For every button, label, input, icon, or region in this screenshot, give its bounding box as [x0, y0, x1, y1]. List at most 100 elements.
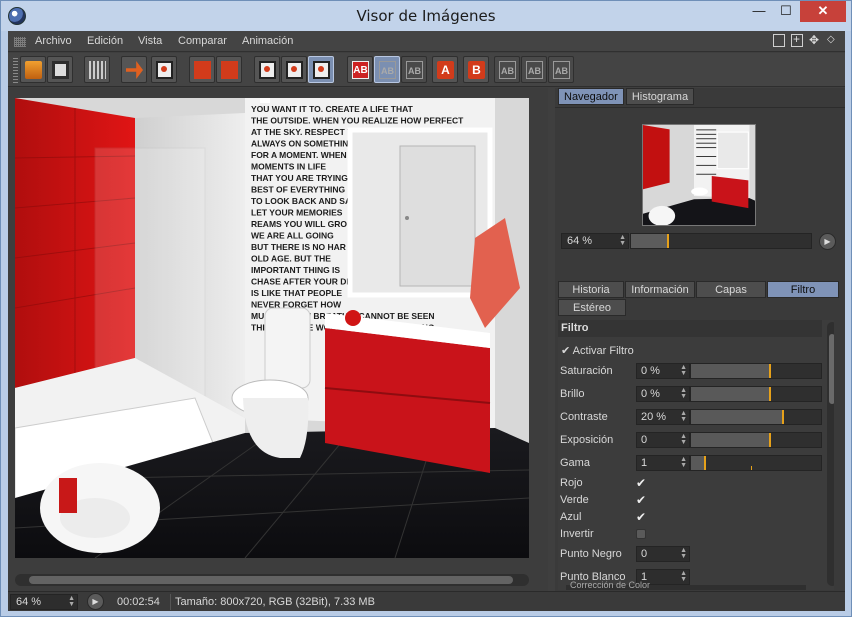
slider-handle[interactable] [769, 364, 771, 378]
menu-animacion[interactable]: Animación [242, 35, 293, 47]
ab-dim-3-button[interactable]: AB [548, 56, 574, 83]
navigator-play-button[interactable]: ▶ [819, 233, 836, 250]
spinner-icon[interactable]: ▲ ▼ [680, 456, 687, 469]
status-play-button[interactable]: ▶ [87, 593, 104, 610]
tab-historia[interactable]: Historia [558, 281, 624, 298]
black-point-value: 0 [641, 548, 648, 560]
rendered-image[interactable]: YOU WANT IT TO. CREATE A LIFE THAT THE OU… [15, 98, 529, 558]
export-button[interactable] [121, 56, 147, 83]
menu-grip-icon[interactable] [14, 37, 26, 47]
contrast-field[interactable]: 20 % ▲ ▼ [636, 409, 690, 425]
gamma-field[interactable]: 1 ▲ ▼ [636, 455, 690, 471]
enable-filter-checkbox[interactable]: ✔ [561, 345, 570, 357]
black-point-field[interactable]: 0 ▲ ▼ [636, 546, 690, 562]
close-button[interactable]: ✕ [800, 1, 846, 22]
quote-line: MOMENTS IN LIFE [251, 162, 326, 172]
slider-handle[interactable] [769, 387, 771, 401]
menu-archivo[interactable]: Archivo [35, 35, 72, 47]
scrollbar-thumb[interactable] [829, 334, 834, 404]
client-area: Archivo Edición Vista Comparar Animación… [8, 31, 845, 611]
open-button[interactable] [20, 56, 46, 83]
tab-estereo[interactable]: Estéreo [558, 299, 626, 316]
spinner-icon[interactable]: ▲ ▼ [680, 364, 687, 377]
quote-line: REAMS YOU WILL GRO [251, 219, 347, 229]
tab-capas[interactable]: Capas [696, 281, 766, 298]
panel-layout-icon[interactable] [773, 34, 785, 47]
red-channel-checkbox[interactable]: ✔ [636, 477, 648, 489]
ab-split-button[interactable]: AB [374, 56, 400, 83]
view-b-button[interactable] [281, 56, 307, 83]
spinner-icon[interactable]: ▲ ▼ [680, 570, 687, 583]
invert-label: Invertir [560, 528, 594, 540]
navigator-zoom-field[interactable]: 64 % ▲ ▼ [561, 233, 629, 249]
ab-compare-button[interactable]: AB [347, 56, 373, 83]
invert-checkbox[interactable] [636, 529, 646, 539]
tab-filtro[interactable]: Filtro [767, 281, 839, 298]
ab-swap-button[interactable]: AB [401, 56, 427, 83]
view-a-button[interactable] [254, 56, 280, 83]
status-zoom-field[interactable]: 64 % ▲ ▼ [10, 594, 78, 610]
blue-channel-checkbox[interactable]: ✔ [636, 511, 648, 523]
download-button[interactable] [151, 56, 177, 83]
quote-line: THE OUTSIDE. WHEN YOU REALIZE HOW PERFEC… [251, 116, 464, 126]
paste-button[interactable] [216, 56, 242, 83]
slider-handle[interactable] [769, 433, 771, 447]
slider-handle[interactable] [782, 410, 784, 424]
brightness-slider[interactable] [690, 386, 822, 402]
exposure-value: 0 [641, 434, 648, 446]
contrast-slider[interactable] [690, 409, 822, 425]
move-icon[interactable]: ✥ [809, 34, 821, 47]
ab-dim-2-icon: AB [526, 61, 543, 79]
expand-icon[interactable]: ◇ [827, 34, 839, 47]
thumbnail-image [643, 125, 755, 225]
minimize-button[interactable]: — [745, 1, 773, 22]
tab-histograma[interactable]: Histograma [625, 88, 695, 105]
scrollbar-thumb[interactable] [29, 576, 513, 584]
brightness-field[interactable]: 0 % ▲ ▼ [636, 386, 690, 402]
new-panel-icon[interactable] [791, 32, 803, 47]
menu-edicion[interactable]: Edición [87, 35, 123, 47]
filter-vertical-scrollbar[interactable] [827, 322, 834, 586]
render-viewport[interactable]: YOU WANT IT TO. CREATE A LIFE THAT THE OU… [8, 88, 548, 591]
spinner-icon[interactable]: ▲ ▼ [680, 547, 687, 560]
panel-tabs-row2: Estéreo [558, 299, 840, 316]
green-channel-checkbox[interactable]: ✔ [636, 494, 648, 506]
slider-handle[interactable] [704, 456, 706, 470]
enable-filter-row[interactable]: ✔ Activar Filtro [561, 344, 634, 357]
compare-button[interactable] [308, 56, 334, 83]
menu-comparar[interactable]: Comparar [178, 35, 227, 47]
menu-vista[interactable]: Vista [138, 35, 162, 47]
zoom-slider-handle[interactable] [667, 234, 669, 248]
ab-dim-1-button[interactable]: AB [494, 56, 520, 83]
spinner-icon[interactable]: ▲ ▼ [619, 234, 626, 247]
spinner-icon[interactable]: ▲ ▼ [680, 387, 687, 400]
copy-button[interactable] [189, 56, 215, 83]
spinner-icon[interactable]: ▲ ▼ [680, 410, 687, 423]
ab-split-icon: AB [379, 61, 396, 79]
color-correction-section[interactable]: Corrección de Color [566, 580, 806, 590]
spinner-icon[interactable]: ▲ ▼ [680, 433, 687, 446]
color-correction-label: Corrección de Color [570, 580, 651, 590]
set-a-button[interactable]: A [432, 56, 458, 83]
maximize-button[interactable]: ☐ [772, 1, 800, 22]
spinner-icon[interactable]: ▲ ▼ [68, 595, 75, 608]
save-button[interactable] [47, 56, 73, 83]
ab-dim-2-button[interactable]: AB [521, 56, 547, 83]
tab-informacion[interactable]: Información [625, 281, 695, 298]
saturation-slider[interactable] [690, 363, 822, 379]
set-b-button[interactable]: B [463, 56, 489, 83]
navigator-thumbnail[interactable] [642, 124, 756, 226]
title-bar[interactable]: Visor de Imágenes — ☐ ✕ [1, 1, 851, 31]
exposure-slider[interactable] [690, 432, 822, 448]
navigator-zoom-slider[interactable] [630, 233, 812, 249]
grid-button[interactable] [84, 56, 110, 83]
exposure-field[interactable]: 0 ▲ ▼ [636, 432, 690, 448]
saturation-field[interactable]: 0 % ▲ ▼ [636, 363, 690, 379]
open-folder-icon [25, 61, 42, 79]
panel-tabs-row1: Historia Información Capas Filtro [558, 281, 840, 298]
toolbar-grip-icon[interactable] [13, 57, 18, 83]
tab-navegador[interactable]: Navegador [558, 88, 624, 105]
ab-dim-3-icon: AB [553, 61, 570, 79]
viewport-horizontal-scrollbar[interactable] [15, 574, 529, 586]
gamma-slider[interactable] [690, 455, 822, 471]
